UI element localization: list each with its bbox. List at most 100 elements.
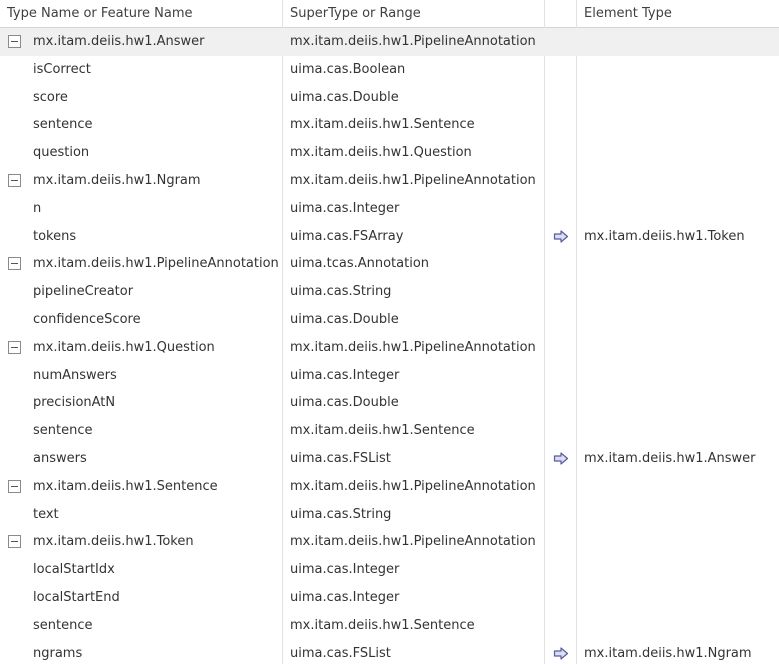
collapse-icon[interactable] (8, 535, 21, 549)
element-type-cell (577, 28, 779, 56)
supertype-cell: uima.cas.Double (290, 89, 399, 105)
feature-row[interactable]: tokens uima.cas.FSArray mx.itam.deiis.hw1.… (0, 223, 779, 251)
type-row[interactable]: mx.itam.deiis.hw1.Token mx.itam.deiis.hw1… (0, 528, 779, 556)
feature-name-label: text (33, 506, 59, 522)
feature-row[interactable]: question mx.itam.deiis.hw1.Question (0, 139, 779, 167)
collapse-icon[interactable] (8, 479, 21, 493)
arrow-cell (545, 56, 576, 84)
arrow-cell (545, 195, 576, 223)
feature-row[interactable]: ngrams uima.cas.FSList mx.itam.deiis.hw1.N… (0, 640, 779, 664)
right-arrow-icon[interactable] (553, 229, 569, 243)
feature-name-label: localStartEnd (33, 589, 120, 605)
element-type-cell (577, 417, 779, 445)
supertype-cell: uima.cas.String (290, 506, 392, 522)
feature-row[interactable]: localStartEnd uima.cas.Integer (0, 584, 779, 612)
arrow-cell (545, 167, 576, 195)
arrow-cell (545, 278, 576, 306)
type-row[interactable]: mx.itam.deiis.hw1.Sentence mx.itam.deiis.… (0, 473, 779, 501)
supertype-cell: mx.itam.deiis.hw1.PipelineAnnotation (290, 478, 536, 494)
element-type-cell (577, 306, 779, 334)
type-row[interactable]: mx.itam.deiis.hw1.Question mx.itam.deiis.… (0, 334, 779, 362)
feature-name-label: ngrams (33, 645, 83, 661)
name-cell: mx.itam.deiis.hw1.PipelineAnnotation (0, 250, 282, 278)
feature-row[interactable]: isCorrect uima.cas.Boolean (0, 56, 779, 84)
arrow-cell (545, 362, 576, 390)
element-type-cell (577, 584, 779, 612)
element-type-cell: mx.itam.deiis.hw1.Ngram (584, 645, 752, 661)
feature-row[interactable]: numAnswers uima.cas.Integer (0, 362, 779, 390)
supertype-cell: mx.itam.deiis.hw1.PipelineAnnotation (290, 34, 536, 49)
name-cell: mx.itam.deiis.hw1.Sentence (0, 473, 282, 501)
element-type-cell: mx.itam.deiis.hw1.Answer (584, 450, 756, 466)
type-row[interactable]: mx.itam.deiis.hw1.Ngram mx.itam.deiis.hw1… (0, 167, 779, 195)
element-type-cell (577, 195, 779, 223)
element-type-cell (577, 501, 779, 529)
feature-row[interactable]: sentence mx.itam.deiis.hw1.Sentence (0, 111, 779, 139)
element-type-cell (577, 334, 779, 362)
supertype-cell: uima.cas.Integer (290, 562, 400, 578)
supertype-cell: uima.cas.Boolean (290, 61, 406, 77)
name-cell: text (0, 501, 282, 529)
feature-row[interactable]: precisionAtN uima.cas.Double (0, 389, 779, 417)
collapse-icon[interactable] (8, 35, 21, 48)
name-cell: ngrams (0, 640, 282, 664)
element-type-cell (577, 278, 779, 306)
column-header-supertype[interactable]: SuperType or Range (283, 0, 544, 28)
name-cell: question (0, 139, 282, 167)
feature-row[interactable]: text uima.cas.String (0, 501, 779, 529)
table-header: Type Name or Feature Name SuperType or R… (0, 0, 779, 28)
supertype-cell: uima.cas.Double (290, 395, 399, 411)
element-type-cell (577, 84, 779, 112)
element-type-cell (577, 389, 779, 417)
feature-row[interactable]: n uima.cas.Integer (0, 195, 779, 223)
name-cell: pipelineCreator (0, 278, 282, 306)
type-name-label: mx.itam.deiis.hw1.Question (33, 339, 215, 355)
collapse-icon[interactable] (8, 173, 21, 187)
type-name-label: mx.itam.deiis.hw1.Token (33, 534, 194, 550)
feature-name-label: numAnswers (33, 367, 117, 383)
collapse-icon[interactable] (8, 257, 21, 271)
supertype-cell: uima.cas.Double (290, 311, 399, 327)
element-type-cell (577, 556, 779, 584)
element-type-cell (577, 56, 779, 84)
feature-name-label: tokens (33, 228, 77, 244)
arrow-cell (545, 473, 576, 501)
feature-name-label: isCorrect (33, 61, 91, 77)
supertype-cell: mx.itam.deiis.hw1.Sentence (290, 617, 475, 633)
feature-row[interactable]: answers uima.cas.FSList mx.itam.deiis.hw1.… (0, 445, 779, 473)
name-cell: localStartEnd (0, 584, 282, 612)
collapse-icon[interactable] (8, 340, 21, 354)
type-name-label: mx.itam.deiis.hw1.Ngram (33, 172, 201, 188)
supertype-cell: uima.cas.Integer (290, 367, 400, 383)
feature-name-label: score (33, 89, 68, 105)
type-row[interactable]: mx.itam.deiis.hw1.PipelineAnnotation uima… (0, 250, 779, 278)
table-body: mx.itam.deiis.hw1.Answer mx.itam.deiis.hw… (0, 28, 779, 664)
feature-row[interactable]: pipelineCreator uima.cas.String (0, 278, 779, 306)
supertype-cell: mx.itam.deiis.hw1.PipelineAnnotation (290, 339, 536, 355)
name-cell: precisionAtN (0, 389, 282, 417)
arrow-cell (545, 584, 576, 612)
supertype-cell: uima.tcas.Annotation (290, 256, 430, 272)
name-cell: mx.itam.deiis.hw1.Token (0, 528, 282, 556)
feature-row[interactable]: score uima.cas.Double (0, 84, 779, 112)
supertype-cell: mx.itam.deiis.hw1.PipelineAnnotation (290, 172, 536, 188)
column-header-name[interactable]: Type Name or Feature Name (0, 0, 282, 28)
arrow-cell (545, 501, 576, 529)
feature-row[interactable]: localStartIdx uima.cas.Integer (0, 556, 779, 584)
element-type-cell (577, 528, 779, 556)
element-type-cell (577, 473, 779, 501)
right-arrow-icon[interactable] (553, 452, 569, 465)
type-system-table: Type Name or Feature Name SuperType or R… (0, 0, 779, 664)
element-type-cell (577, 612, 779, 640)
column-header-arrow[interactable] (545, 0, 576, 28)
feature-row[interactable]: sentence mx.itam.deiis.hw1.Sentence (0, 417, 779, 445)
feature-row[interactable]: confidenceScore uima.cas.Double (0, 306, 779, 334)
right-arrow-icon[interactable] (553, 646, 569, 660)
type-row[interactable]: mx.itam.deiis.hw1.Answer mx.itam.deiis.hw… (0, 28, 779, 56)
element-type-cell (577, 362, 779, 390)
arrow-cell (545, 417, 576, 445)
name-cell: mx.itam.deiis.hw1.Ngram (0, 167, 282, 195)
feature-row[interactable]: sentence mx.itam.deiis.hw1.Sentence (0, 612, 779, 640)
supertype-cell: uima.cas.FSArray (290, 228, 404, 244)
column-header-element-type[interactable]: Element Type (577, 0, 779, 28)
